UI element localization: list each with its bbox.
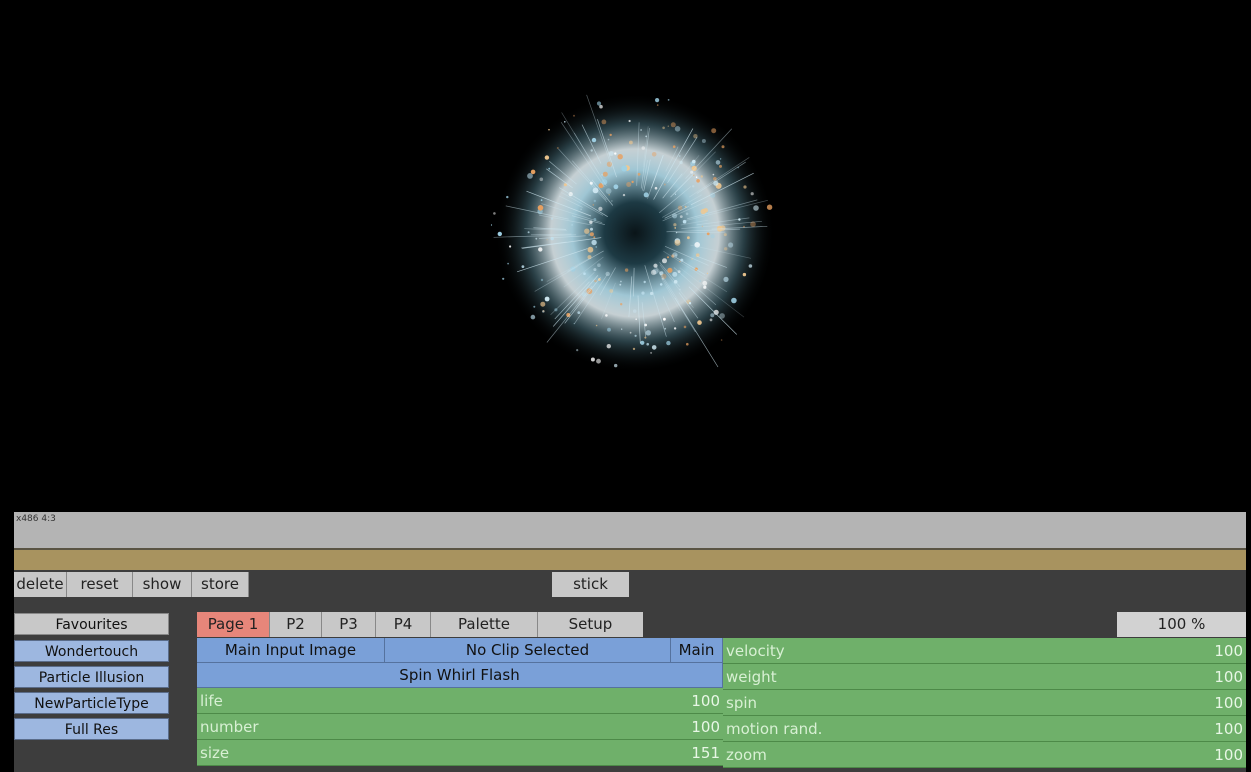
store-button[interactable]: store: [192, 572, 249, 597]
zoom-level[interactable]: 100 %: [1117, 612, 1246, 637]
clip-selector[interactable]: No Clip Selected: [385, 638, 671, 663]
stick-button[interactable]: stick: [552, 572, 629, 597]
param-label: life: [200, 692, 223, 710]
format-label: x486 4:3: [16, 514, 56, 524]
param-weight[interactable]: weight 100: [723, 664, 1246, 690]
param-number[interactable]: number 100: [197, 714, 723, 740]
sidebar-item-favourites[interactable]: Favourites: [14, 613, 169, 635]
param-label: weight: [726, 668, 777, 686]
param-label: velocity: [726, 642, 785, 660]
param-value: 100: [691, 718, 720, 736]
param-value: 100: [1214, 746, 1243, 764]
sidebar-item-full-res[interactable]: Full Res: [14, 718, 169, 740]
parameter-panel: Favourites Wondertouch Particle Illusion…: [14, 603, 1246, 772]
sidebar-item-particle-illusion[interactable]: Particle Illusion: [14, 666, 169, 688]
param-motion-rand[interactable]: motion rand. 100: [723, 716, 1246, 742]
param-size[interactable]: size 151: [197, 740, 723, 766]
toolbar: delete reset show store stick: [14, 570, 1246, 603]
param-spin[interactable]: spin 100: [723, 690, 1246, 716]
param-label: zoom: [726, 746, 767, 764]
timeline-bar[interactable]: [14, 550, 1246, 570]
tab-p2[interactable]: P2: [270, 612, 322, 637]
sidebar-item-wondertouch[interactable]: Wondertouch: [14, 640, 169, 662]
main-mode-button[interactable]: Main: [671, 638, 723, 663]
param-value: 151: [691, 744, 720, 762]
tab-setup[interactable]: Setup: [538, 612, 643, 637]
delete-button[interactable]: delete: [14, 572, 67, 597]
param-label: size: [200, 744, 230, 762]
param-life[interactable]: life 100: [197, 688, 723, 714]
param-label: spin: [726, 694, 758, 712]
tab-p4[interactable]: P4: [376, 612, 431, 637]
tab-palette[interactable]: Palette: [431, 612, 538, 637]
main-input-image-button[interactable]: Main Input Image: [197, 638, 385, 663]
reset-button[interactable]: reset: [67, 572, 133, 597]
tab-page-1[interactable]: Page 1: [197, 612, 270, 637]
particle-burst-preview: [490, 93, 775, 373]
param-zoom[interactable]: zoom 100: [723, 742, 1246, 768]
param-value: 100: [1214, 720, 1243, 738]
param-velocity[interactable]: velocity 100: [723, 638, 1246, 664]
param-label: number: [200, 718, 259, 736]
param-value: 100: [1214, 642, 1243, 660]
sidebar-item-new-particle-type[interactable]: NewParticleType: [14, 692, 169, 714]
param-value: 100: [1214, 668, 1243, 686]
emitter-name[interactable]: Spin Whirl Flash: [197, 663, 723, 688]
particle-preview-viewer[interactable]: [0, 0, 1251, 510]
tab-p3[interactable]: P3: [322, 612, 376, 637]
show-button[interactable]: show: [133, 572, 192, 597]
status-strip: x486 4:3: [14, 512, 1246, 548]
param-label: motion rand.: [726, 720, 823, 738]
param-value: 100: [1214, 694, 1243, 712]
param-value: 100: [691, 692, 720, 710]
